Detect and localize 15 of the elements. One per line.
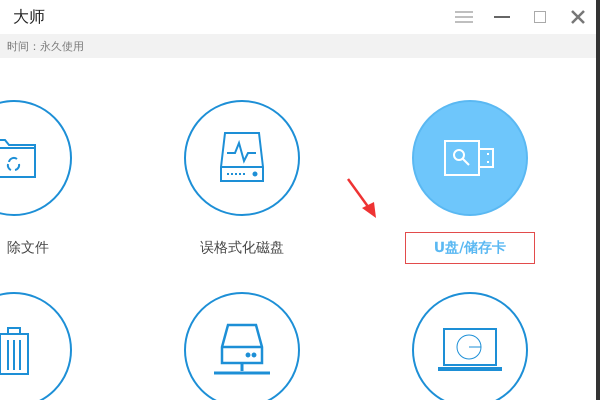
maximize-icon <box>534 11 546 23</box>
mode-label: 误格式化磁盘 <box>199 239 285 258</box>
usb-drive-icon <box>443 139 497 177</box>
trash-icon <box>0 324 32 376</box>
close-icon <box>571 10 585 24</box>
menu-icon <box>455 10 473 24</box>
hard-drive-icon <box>217 131 267 185</box>
folder-icon <box>0 136 39 180</box>
window-title: 大师 <box>13 6 45 28</box>
laptop-icon <box>436 327 504 373</box>
mode-label: U盘/储存卡 <box>405 232 535 264</box>
network-drive-icon <box>212 323 272 377</box>
membership-text: 时间：永久使用 <box>7 38 84 54</box>
mode-label: 除文件 <box>6 239 50 258</box>
minimize-icon <box>494 15 510 19</box>
